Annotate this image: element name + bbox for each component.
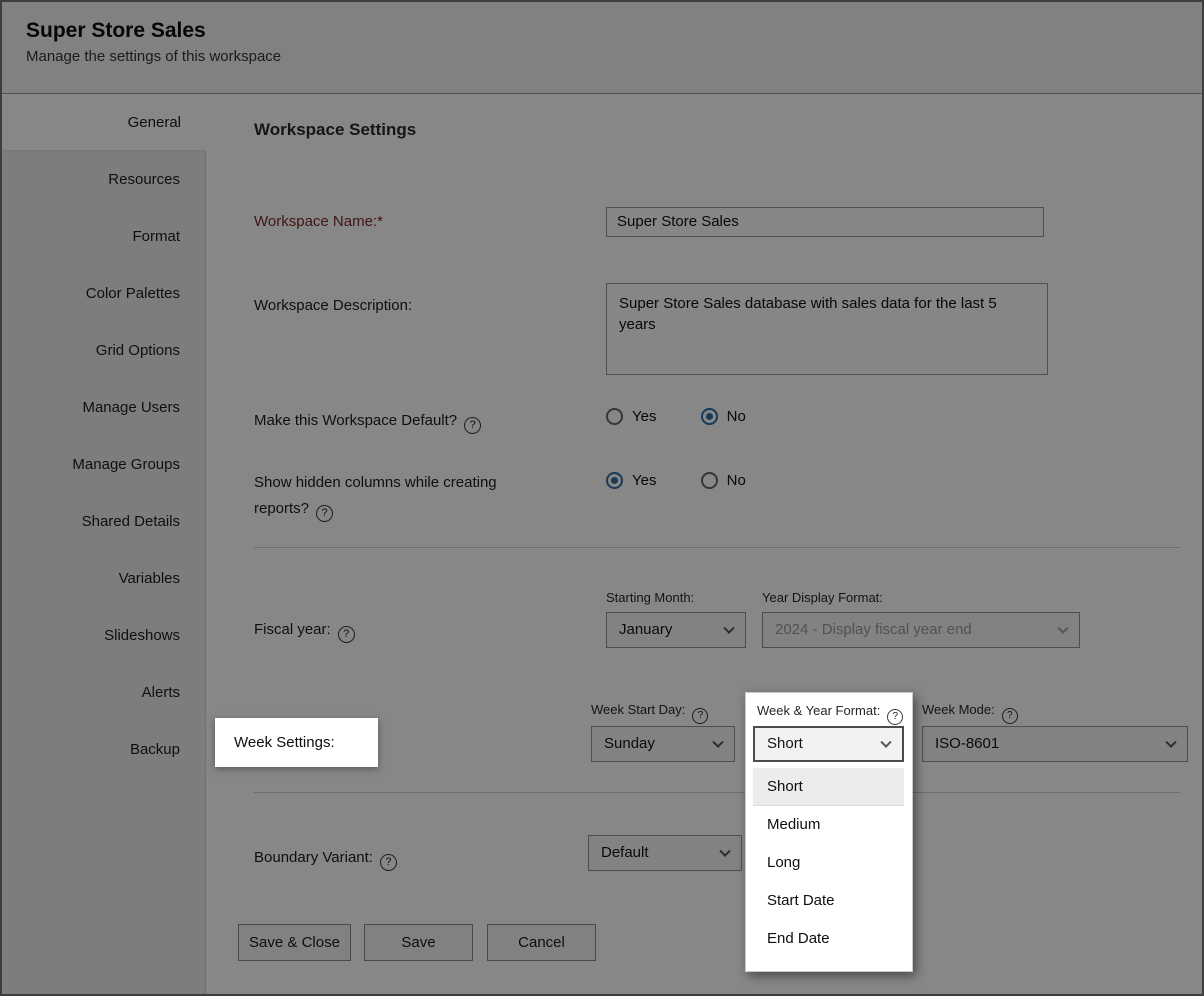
menu-option-end-date[interactable]: End Date [753, 920, 904, 958]
week-year-format-label: Week & Year Format: [757, 702, 903, 720]
week-year-format-select[interactable]: Short [753, 726, 904, 762]
dim-overlay [2, 2, 1202, 994]
chevron-down-icon [880, 737, 891, 748]
menu-option-start-date[interactable]: Start Date [753, 882, 904, 920]
menu-option-long[interactable]: Long [753, 844, 904, 882]
menu-option-medium[interactable]: Medium [753, 806, 904, 844]
week-year-format-menu: Short Medium Long Start Date End Date [753, 768, 904, 958]
week-year-format-value: Short [767, 735, 803, 752]
week-year-format-label-text: Week & Year Format: [757, 703, 880, 718]
menu-option-short[interactable]: Short [753, 768, 904, 806]
week-year-format-popup: Week & Year Format: Short Short Medium L… [745, 692, 913, 972]
workspace-settings-window: Super Store Sales Manage the settings of… [0, 0, 1204, 996]
help-icon[interactable] [887, 709, 903, 725]
week-settings-label: Week Settings: [215, 718, 378, 767]
